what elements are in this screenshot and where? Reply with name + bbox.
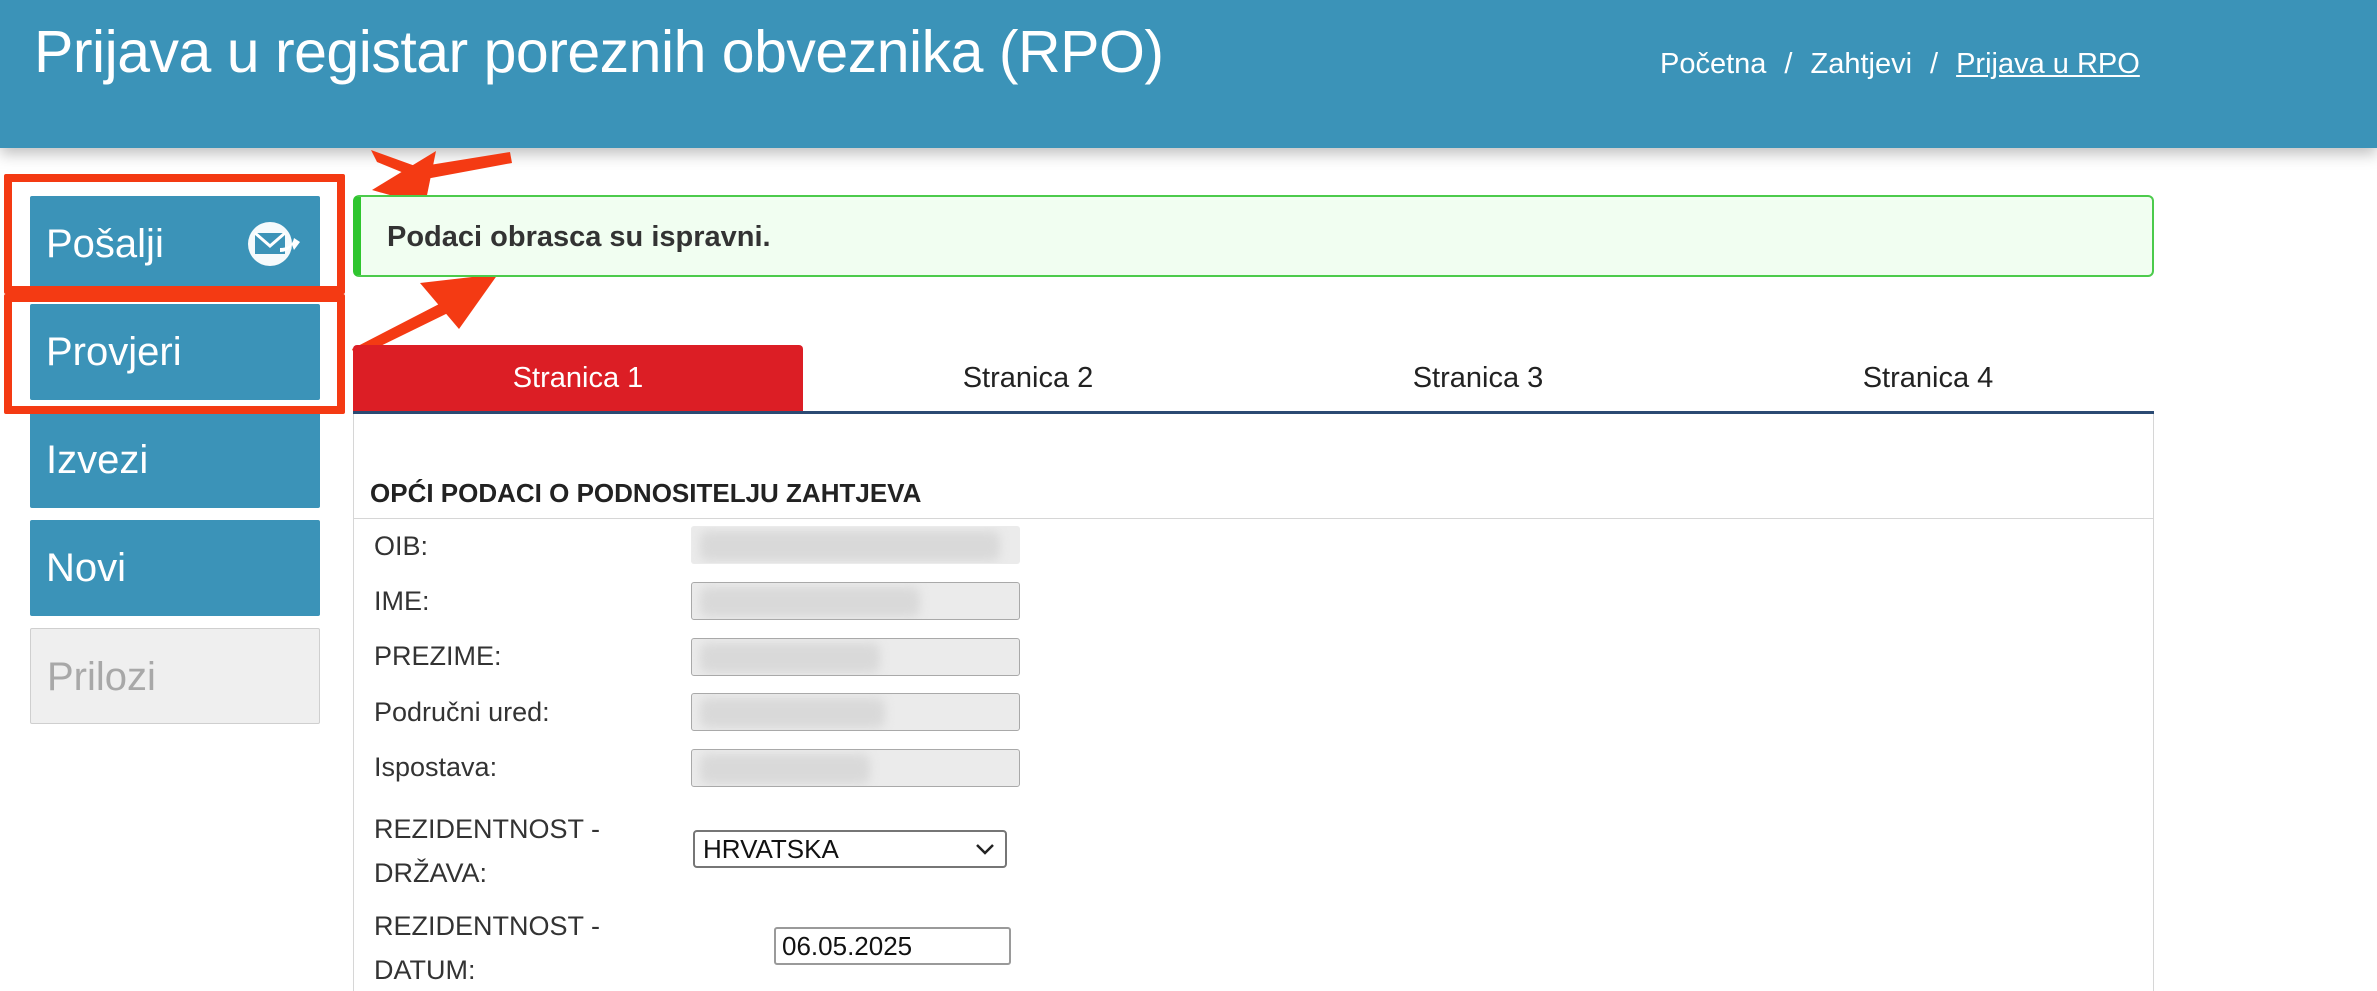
redacted-value: [700, 587, 920, 617]
oib-field[interactable]: [691, 526, 1020, 564]
breadcrumb: Početna / Zahtjevi / Prijava u RPO: [1660, 48, 2140, 80]
tab-stranica-2[interactable]: Stranica 2: [803, 345, 1253, 411]
success-alert: Podaci obrasca su ispravni.: [353, 195, 2154, 277]
prilozi-label: Prilozi: [47, 655, 156, 699]
redacted-value: [700, 643, 880, 673]
prilozi-button[interactable]: Prilozi: [30, 628, 320, 724]
datum-input[interactable]: 06.05.2025: [774, 927, 1011, 965]
novi-label: Novi: [46, 546, 127, 590]
novi-button[interactable]: Novi: [30, 520, 320, 616]
tab-stranica-3[interactable]: Stranica 3: [1253, 345, 1703, 411]
drzava-select[interactable]: HRVATSKA: [693, 830, 1007, 868]
ime-field[interactable]: [691, 582, 1020, 620]
alert-message: Podaci obrasca su ispravni.: [387, 221, 771, 253]
ime-label: IME:: [374, 586, 430, 616]
podrucni-ured-label: Područni ured:: [374, 697, 550, 727]
label-line: REZIDENTNOST -: [374, 814, 601, 844]
redacted-value: [700, 698, 885, 728]
breadcrumb-home[interactable]: Početna: [1660, 48, 1766, 80]
ispostava-label: Ispostava:: [374, 752, 498, 782]
tab-stranica-4[interactable]: Stranica 4: [1703, 345, 2153, 411]
oib-label: OIB:: [374, 531, 429, 561]
page-tabs: Stranica 1 Stranica 2 Stranica 3 Stranic…: [353, 345, 2154, 414]
podrucni-ured-field[interactable]: [691, 693, 1020, 731]
rezidentnost-drzava-label: REZIDENTNOST - DRŽAVA:: [374, 807, 600, 895]
tab-stranica-1[interactable]: Stranica 1: [353, 345, 803, 411]
annotation-box-provjeri: [4, 294, 345, 414]
prezime-label: PREZIME:: [374, 641, 502, 671]
label-line: DATUM:: [374, 955, 476, 985]
redacted-value: [700, 531, 1000, 561]
chevron-down-icon: [976, 844, 994, 855]
page-header: Prijava u registar poreznih obveznika (R…: [0, 0, 2377, 148]
section-title: OPĆI PODACI O PODNOSITELJU ZAHTJEVA: [370, 478, 922, 508]
izvezi-button[interactable]: Izvezi: [30, 412, 320, 508]
form-panel: OPĆI PODACI O PODNOSITELJU ZAHTJEVA OIB:…: [353, 414, 2154, 991]
label-line: REZIDENTNOST -: [374, 911, 601, 941]
label-line: DRŽAVA:: [374, 858, 488, 888]
izvezi-label: Izvezi: [46, 438, 149, 482]
prezime-field[interactable]: [691, 638, 1020, 676]
rezidentnost-datum-label: REZIDENTNOST - DATUM:: [374, 904, 600, 991]
annotation-box-posalji: [4, 174, 345, 294]
page-title: Prijava u registar poreznih obveznika (R…: [34, 19, 1164, 85]
redacted-value: [700, 754, 870, 784]
breadcrumb-zahtjevi[interactable]: Zahtjevi: [1810, 48, 1912, 80]
drzava-value: HRVATSKA: [703, 834, 839, 864]
section-divider: [354, 518, 2154, 519]
breadcrumb-current[interactable]: Prijava u RPO: [1956, 48, 2140, 80]
ispostava-field[interactable]: [691, 749, 1020, 787]
